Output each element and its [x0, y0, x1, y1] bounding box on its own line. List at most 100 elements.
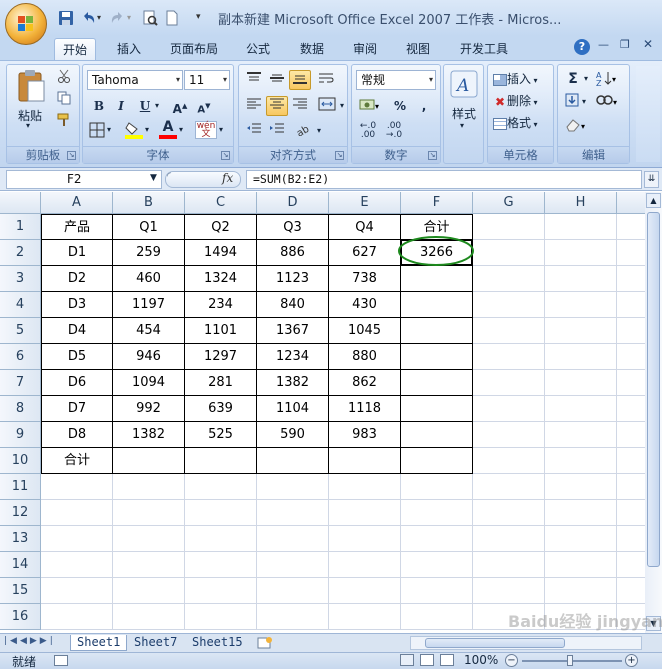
font-size-combo[interactable]: 11 ▾: [184, 70, 230, 90]
insert-function-icon[interactable]: fx: [222, 171, 233, 185]
cell-b16[interactable]: [113, 604, 185, 630]
orientation-dropdown-icon[interactable]: ▾: [317, 126, 321, 135]
cell-h2[interactable]: [545, 240, 617, 266]
cell-e16[interactable]: [329, 604, 401, 630]
cell-a15[interactable]: [41, 578, 113, 604]
cell-c15[interactable]: [185, 578, 257, 604]
font-color-dropdown-icon[interactable]: ▾: [179, 125, 183, 134]
vertical-scrollbar[interactable]: ▲ ▼: [645, 192, 662, 633]
font-launcher-icon[interactable]: ↘: [221, 151, 230, 160]
row-header-15[interactable]: 15: [0, 578, 41, 604]
cell-a7[interactable]: D6: [41, 370, 113, 396]
cell-e3[interactable]: 738: [329, 266, 401, 292]
column-header-a[interactable]: A: [41, 192, 113, 214]
cell-b12[interactable]: [113, 500, 185, 526]
insert-cells-button[interactable]: 插入 ▾: [493, 70, 553, 88]
cell-f4[interactable]: [401, 292, 473, 318]
cell-e4[interactable]: 430: [329, 292, 401, 318]
autosum-button[interactable]: Σ: [562, 69, 584, 89]
scroll-up-icon[interactable]: ▲: [646, 193, 661, 208]
cell-c1[interactable]: Q2: [185, 214, 257, 240]
cell-d10[interactable]: [257, 448, 329, 474]
delete-cells-button[interactable]: ✖ 删除 ▾: [493, 92, 553, 110]
cell-b13[interactable]: [113, 526, 185, 552]
vertical-scroll-thumb[interactable]: [647, 212, 660, 567]
cell-x7[interactable]: [617, 370, 645, 396]
column-header-e[interactable]: E: [329, 192, 401, 214]
tab-insert[interactable]: 插入: [109, 38, 149, 60]
cell-d4[interactable]: 840: [257, 292, 329, 318]
phonetic-dropdown-icon[interactable]: ▾: [219, 125, 223, 134]
cell-g15[interactable]: [473, 578, 545, 604]
sheet-nav-icons[interactable]: |◀◀▶▶|: [4, 636, 56, 646]
cell-c10[interactable]: [185, 448, 257, 474]
row-header-6[interactable]: 6: [0, 344, 41, 370]
macro-record-icon[interactable]: [54, 655, 68, 666]
cell-a14[interactable]: [41, 552, 113, 578]
name-box[interactable]: F2: [6, 170, 162, 189]
cell-d5[interactable]: 1367: [257, 318, 329, 344]
cell-x14[interactable]: [617, 552, 645, 578]
cell-c11[interactable]: [185, 474, 257, 500]
cell-b5[interactable]: 454: [113, 318, 185, 344]
undo-dropdown-icon[interactable]: ▾: [97, 13, 101, 22]
sheet-tab-sheet1[interactable]: Sheet1: [70, 635, 128, 651]
cell-x6[interactable]: [617, 344, 645, 370]
font-color-icon[interactable]: A: [159, 120, 177, 140]
cell-h4[interactable]: [545, 292, 617, 318]
align-center-icon[interactable]: [266, 96, 288, 116]
cell-f11[interactable]: [401, 474, 473, 500]
increase-font-icon[interactable]: A▲: [169, 96, 191, 116]
column-header-b[interactable]: B: [113, 192, 185, 214]
increase-indent-icon[interactable]: [266, 121, 288, 141]
fill-color-dropdown-icon[interactable]: ▾: [145, 125, 149, 134]
cell-e9[interactable]: 983: [329, 422, 401, 448]
column-header-partial[interactable]: [617, 192, 645, 214]
cell-d6[interactable]: 1234: [257, 344, 329, 370]
cell-a5[interactable]: D4: [41, 318, 113, 344]
tab-data[interactable]: 数据: [292, 38, 332, 60]
cell-b3[interactable]: 460: [113, 266, 185, 292]
cell-f13[interactable]: [401, 526, 473, 552]
cell-e14[interactable]: [329, 552, 401, 578]
cell-c12[interactable]: [185, 500, 257, 526]
cell-a4[interactable]: D3: [41, 292, 113, 318]
cell-e12[interactable]: [329, 500, 401, 526]
worksheet-grid[interactable]: A B C D E F G H 1 产品 Q1 Q2 Q3 Q4 合计 2 D1 259 1494 886 627 326…: [0, 192, 645, 633]
cell-a1[interactable]: 产品: [41, 214, 113, 240]
cell-e10[interactable]: [329, 448, 401, 474]
tab-view[interactable]: 视图: [398, 38, 438, 60]
cell-d15[interactable]: [257, 578, 329, 604]
formula-input[interactable]: =SUM(B2:E2): [246, 170, 642, 189]
row-header-13[interactable]: 13: [0, 526, 41, 552]
fill-color-icon[interactable]: [125, 121, 143, 142]
cell-x11[interactable]: [617, 474, 645, 500]
cell-f8[interactable]: [401, 396, 473, 422]
cell-x3[interactable]: [617, 266, 645, 292]
copy-icon[interactable]: [57, 91, 71, 108]
cell-g4[interactable]: [473, 292, 545, 318]
row-header-16[interactable]: 16: [0, 604, 41, 630]
increase-decimal-icon[interactable]: ←.0.00: [356, 121, 380, 141]
decrease-indent-icon[interactable]: [243, 121, 265, 141]
merge-center-icon[interactable]: [315, 96, 339, 116]
office-button[interactable]: [5, 3, 47, 45]
cell-g6[interactable]: [473, 344, 545, 370]
cell-e5[interactable]: 1045: [329, 318, 401, 344]
select-all-corner[interactable]: [0, 192, 41, 214]
cell-f14[interactable]: [401, 552, 473, 578]
cell-g1[interactable]: [473, 214, 545, 240]
row-header-8[interactable]: 8: [0, 396, 41, 422]
wrap-text-icon[interactable]: [315, 70, 337, 90]
cell-b15[interactable]: [113, 578, 185, 604]
row-header-9[interactable]: 9: [0, 422, 41, 448]
cell-g7[interactable]: [473, 370, 545, 396]
zoom-slider-thumb[interactable]: [567, 655, 573, 666]
customize-toolbar-icon[interactable]: ▾: [196, 12, 201, 22]
cell-d2[interactable]: 886: [257, 240, 329, 266]
cell-c7[interactable]: 281: [185, 370, 257, 396]
sheet-tab-sheet15[interactable]: Sheet15: [186, 635, 249, 651]
normal-view-icon[interactable]: [400, 654, 414, 666]
number-format-combo[interactable]: 常规 ▾: [356, 70, 436, 90]
cell-e6[interactable]: 880: [329, 344, 401, 370]
